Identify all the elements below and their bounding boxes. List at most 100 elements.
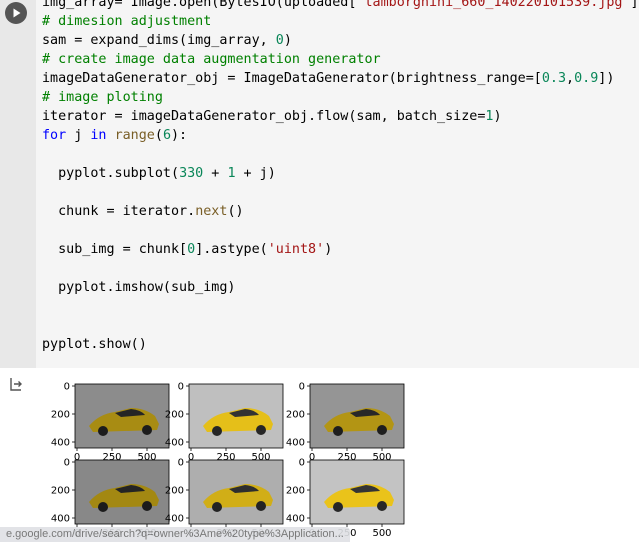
code-token: chunk = iterator. xyxy=(42,204,196,219)
car-wheel xyxy=(98,502,108,512)
y-tick-label: 400 xyxy=(51,514,70,525)
code-token: img_array= Image.open(BytesIO(uploaded[ xyxy=(42,0,357,10)
play-icon xyxy=(13,8,21,18)
code-token: 'uint8' xyxy=(267,242,325,257)
y-tick-label: 400 xyxy=(51,438,70,449)
code-line[interactable]: pyplot.imshow(sub_img) xyxy=(42,278,639,297)
code-token: pyplot.show() xyxy=(42,337,147,352)
status-bar-url: e.google.com/drive/search?q=owner%3Ame%2… xyxy=(0,527,350,542)
code-token: in xyxy=(90,128,107,143)
code-token: 330 xyxy=(179,166,204,181)
code-token: sam = expand_dims(img_array, xyxy=(42,33,276,48)
y-tick-label: 200 xyxy=(165,486,184,497)
y-tick-label: 0 xyxy=(64,382,70,393)
y-tick-label: 200 xyxy=(165,410,184,421)
code-token: + j) xyxy=(235,166,276,181)
code-token: ) xyxy=(283,33,292,48)
y-tick-label: 0 xyxy=(178,382,184,393)
code-token: imageDataGenerator_obj = ImageDataGenera… xyxy=(42,71,542,86)
code-line[interactable] xyxy=(42,221,639,240)
car-wheel xyxy=(256,425,266,435)
code-line[interactable]: pyplot.subplot(330 + 1 + j) xyxy=(42,164,639,183)
code-line[interactable]: imageDataGenerator_obj = ImageDataGenera… xyxy=(42,69,639,88)
x-tick-label: 500 xyxy=(372,528,391,539)
code-token: # image ploting xyxy=(42,90,163,105)
car-wheel xyxy=(142,501,152,511)
subplot: 02004000250500 xyxy=(165,382,284,463)
code-line[interactable] xyxy=(42,259,639,278)
code-token: ) xyxy=(493,109,502,124)
car-wheel xyxy=(333,426,343,436)
code-line[interactable] xyxy=(42,316,639,335)
subplot: 02004000250500 xyxy=(51,382,170,463)
code-token: 0.3 xyxy=(541,71,567,86)
y-tick-label: 400 xyxy=(286,438,305,449)
code-token: ])) xyxy=(630,0,639,10)
code-token: 1 xyxy=(227,166,236,181)
code-token: # create image data augmentation generat… xyxy=(42,52,381,67)
code-token: next xyxy=(195,204,228,219)
code-token: 0 xyxy=(187,242,196,257)
y-tick-label: 400 xyxy=(286,514,305,525)
code-token: "lamborghini_660_140220101539.jpg" xyxy=(356,0,631,10)
code-token: for xyxy=(42,128,67,143)
code-token: ].astype( xyxy=(195,242,268,257)
code-token: # dimesion adjustment xyxy=(42,14,212,29)
y-tick-label: 200 xyxy=(286,410,305,421)
car-wheel xyxy=(212,426,222,436)
code-token: + xyxy=(203,166,228,181)
code-line[interactable]: iterator = imageDataGenerator_obj.flow(s… xyxy=(42,107,639,126)
code-text[interactable]: img_array= Image.open(BytesIO(uploaded["… xyxy=(42,0,639,354)
car-wheel xyxy=(333,502,343,512)
car-wheel xyxy=(212,502,222,512)
code-token: ) xyxy=(324,242,333,257)
code-token: , xyxy=(566,71,575,86)
code-line[interactable]: pyplot.show() xyxy=(42,335,639,354)
y-tick-label: 0 xyxy=(299,382,305,393)
code-line[interactable]: # dimesion adjustment xyxy=(42,12,639,31)
code-token: ( xyxy=(154,128,163,143)
code-token: j xyxy=(66,128,91,143)
code-line[interactable] xyxy=(42,183,639,202)
code-line[interactable] xyxy=(42,145,639,164)
car-wheel xyxy=(142,425,152,435)
code-cell[interactable]: img_array= Image.open(BytesIO(uploaded["… xyxy=(0,0,639,368)
car-wheel xyxy=(256,501,266,511)
y-tick-label: 0 xyxy=(178,458,184,469)
subplot: 02004000250500 xyxy=(286,382,405,463)
code-line[interactable]: for j in range(6): xyxy=(42,126,639,145)
cell-gutter xyxy=(0,0,36,368)
output-arrow-icon xyxy=(10,378,22,391)
output-figure: 02004000 250 50002004000 250 50002004000 250 5… xyxy=(51,382,405,539)
y-tick-label: 200 xyxy=(51,410,70,421)
code-line[interactable]: # create image data augmentation generat… xyxy=(42,50,639,69)
y-tick-label: 200 xyxy=(51,486,70,497)
code-line[interactable] xyxy=(42,297,639,316)
code-token: pyplot.subplot( xyxy=(42,166,180,181)
car-wheel xyxy=(377,425,387,435)
y-tick-label: 400 xyxy=(165,438,184,449)
code-token: ): xyxy=(171,128,188,143)
code-line[interactable]: sam = expand_dims(img_array, 0) xyxy=(42,31,639,50)
code-token: range xyxy=(114,128,155,143)
car-wheel xyxy=(98,426,108,436)
code-token: 0 xyxy=(275,33,284,48)
code-token: ]) xyxy=(598,71,615,86)
code-line[interactable]: sub_img = chunk[0].astype('uint8') xyxy=(42,240,639,259)
run-cell-button[interactable] xyxy=(5,2,27,24)
y-tick-label: 0 xyxy=(64,458,70,469)
code-token: sub_img = chunk[ xyxy=(42,242,188,257)
code-line[interactable]: # image ploting xyxy=(42,88,639,107)
y-tick-label: 200 xyxy=(286,486,305,497)
code-token: 0.9 xyxy=(574,71,599,86)
y-tick-label: 0 xyxy=(299,458,305,469)
code-token: () xyxy=(227,204,244,219)
car-wheel xyxy=(377,501,387,511)
code-token: pyplot.imshow(sub_img) xyxy=(42,280,236,295)
code-line[interactable]: img_array= Image.open(BytesIO(uploaded["… xyxy=(42,0,639,12)
y-tick-label: 400 xyxy=(165,514,184,525)
code-token: iterator = imageDataGenerator_obj.flow(s… xyxy=(42,109,486,124)
code-token: 6 xyxy=(162,128,171,143)
code-line[interactable]: chunk = iterator.next() xyxy=(42,202,639,221)
